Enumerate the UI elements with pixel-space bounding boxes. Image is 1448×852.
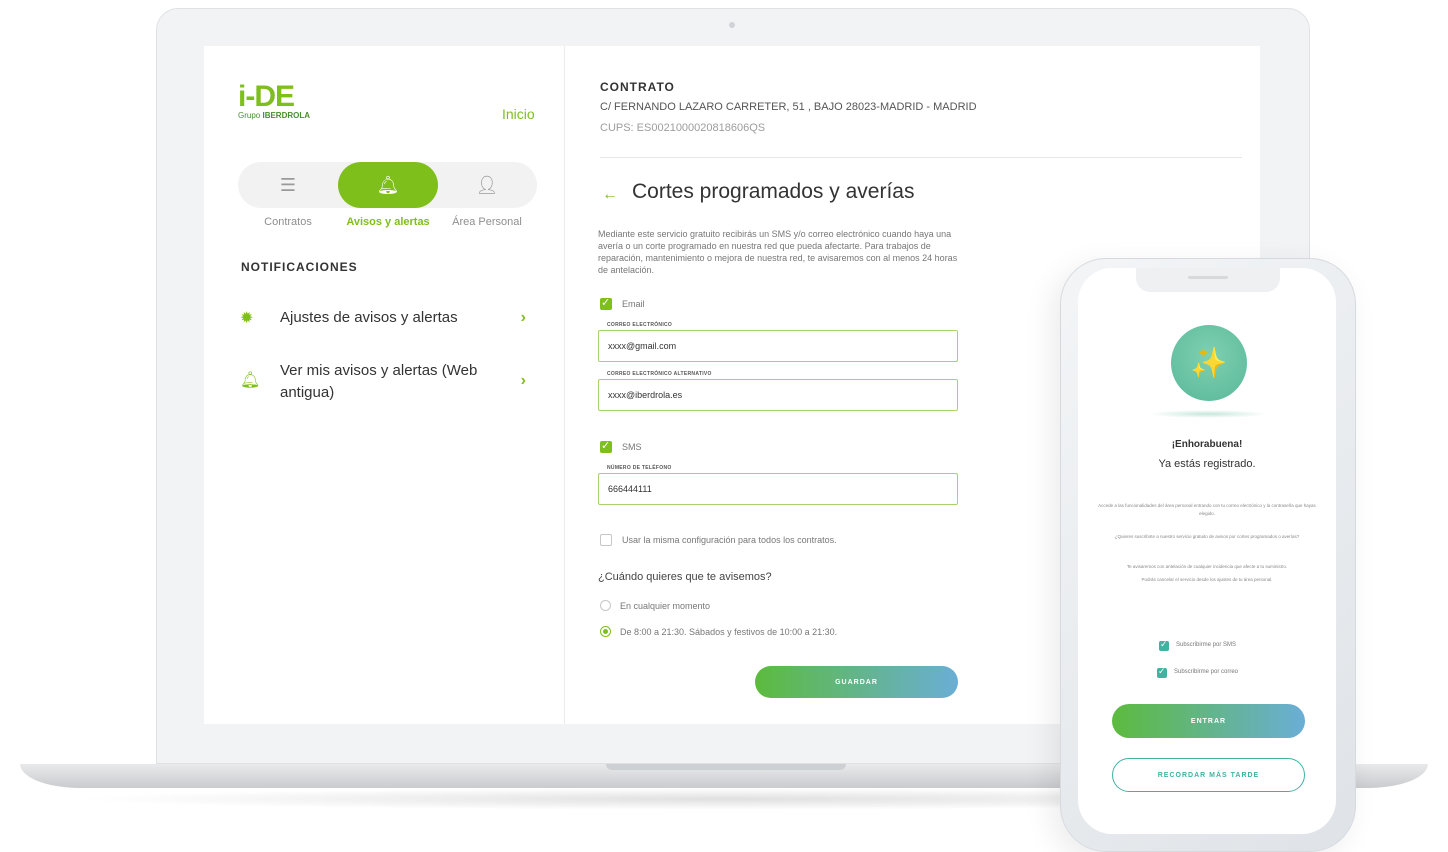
tab-label-area-personal[interactable]: Área Personal [432, 216, 542, 228]
tab-area-personal[interactable]: 👤︎ [437, 162, 537, 208]
user-icon: 👤︎ [475, 174, 499, 195]
success-title: ¡Enhorabuena! [1171, 439, 1243, 450]
logo-subtitle: Grupo IBERDROLA [238, 111, 310, 120]
menu-item-label: Ajustes de avisos y alertas [280, 309, 458, 326]
contract-cups: CUPS: ES0021000020818606QS [600, 122, 766, 134]
success-subtitle: Ya estás registrado. [1158, 458, 1256, 470]
logo-text: i-DE [238, 80, 295, 113]
tab-label-contratos[interactable]: Contratos [233, 216, 343, 228]
divider [600, 157, 1242, 158]
enter-button[interactable]: ENTRAR [1112, 704, 1305, 738]
info-subscribe-question: ¿Quieres suscribirte a nuestro servicio … [1114, 534, 1300, 539]
section-switcher: ☰ 🔔︎ 👤︎ [238, 162, 537, 208]
page-title: Cortes programados y averías [632, 180, 915, 203]
tab-avisos[interactable]: 🔔︎ [338, 162, 438, 208]
chevron-right-icon: › [520, 309, 526, 326]
fireworks-icon: ✨ [1171, 325, 1247, 401]
subscribe-mail-checkbox[interactable] [1157, 666, 1167, 678]
logo-sub-name: IBERDROLA [262, 111, 311, 120]
notify-when-question: ¿Cuándo quieres que te avisemos? [598, 571, 772, 583]
logo-sub-prefix: Grupo [238, 111, 261, 120]
same-config-label: Usar la misma configuración para todos l… [622, 535, 837, 545]
home-link[interactable]: Inicio [502, 106, 535, 122]
info-notice: Te avisaremos con antelación de cualquie… [1126, 564, 1288, 569]
phone-screen: ✨ ¡Enhorabuena! Ya estás registrado. Acc… [1078, 268, 1336, 834]
save-button[interactable]: GUARDAR [755, 666, 958, 698]
icon-shadow [1148, 410, 1268, 418]
service-description: Mediante este servicio gratuito recibirá… [598, 229, 958, 275]
same-config-checkbox[interactable] [600, 534, 612, 546]
sidebar: i-DE Grupo IBERDROLA Inicio ☰ 🔔︎ 👤︎ Cont… [204, 46, 565, 724]
radio-schedule[interactable] [600, 626, 611, 637]
sms-checkbox[interactable] [600, 439, 612, 453]
contract-label: CONTRATO [600, 80, 675, 94]
menu-item-label: Ver mis avisos y alertas (Web antigua) [280, 362, 478, 401]
tab-label-avisos[interactable]: Avisos y alertas [333, 216, 443, 228]
menu-item-old-alerts[interactable]: 🔔︎ Ver mis avisos y alertas (Web antigua… [240, 360, 540, 404]
subscribe-mail-label: Subscribirme por correo [1174, 669, 1239, 675]
laptop-notch [606, 764, 846, 770]
radio-schedule-label: De 8:00 a 21:30. Sábados y festivos de 1… [620, 627, 838, 637]
email-checkbox[interactable] [600, 296, 612, 310]
alt-email-field[interactable] [598, 379, 958, 411]
menu-item-settings[interactable]: ✹ Ajustes de avisos y alertas › [240, 307, 540, 329]
info-cancel: Podrás cancelar el servicio desde los aj… [1141, 577, 1273, 582]
alt-email-field-label: CORREO ELECTRÓNICO ALTERNATIVO [605, 371, 714, 377]
subscribe-sms-checkbox[interactable] [1159, 639, 1169, 651]
tab-contratos[interactable]: ☰ [238, 162, 338, 208]
email-checkbox-label: Email [622, 299, 645, 309]
bell-icon: 🔔︎ [376, 174, 400, 195]
laptop-camera [729, 22, 735, 28]
back-arrow-icon[interactable]: ← [602, 186, 618, 204]
phone-field[interactable] [598, 473, 958, 505]
phone-field-label: NÚMERO DE TELÉFONO [605, 465, 674, 471]
brand-logo[interactable]: i-DE Grupo IBERDROLA [238, 80, 310, 121]
chevron-right-icon: › [520, 372, 526, 389]
radio-any-time-label: En cualquier momento [620, 601, 711, 611]
phone-notch [1136, 268, 1280, 292]
email-field[interactable] [598, 330, 958, 362]
section-title: NOTIFICACIONES [241, 260, 358, 274]
sms-checkbox-label: SMS [622, 442, 642, 452]
email-field-label: CORREO ELECTRÓNICO [605, 322, 675, 328]
bell-icon: 🔔︎ [240, 372, 261, 389]
gear-icon: ✹ [240, 310, 254, 327]
info-access: Accede a las funcionalidades del área pe… [1098, 503, 1316, 516]
contract-address: C/ FERNANDO LAZARO CARRETER, 51 , BAJO 2… [600, 101, 977, 113]
subscribe-sms-label: Subscribirme por SMS [1176, 642, 1237, 648]
remind-later-button[interactable]: RECORDAR MÁS TARDE [1112, 758, 1305, 792]
radio-any-time[interactable] [600, 600, 611, 611]
list-icon: ☰ [279, 174, 297, 195]
